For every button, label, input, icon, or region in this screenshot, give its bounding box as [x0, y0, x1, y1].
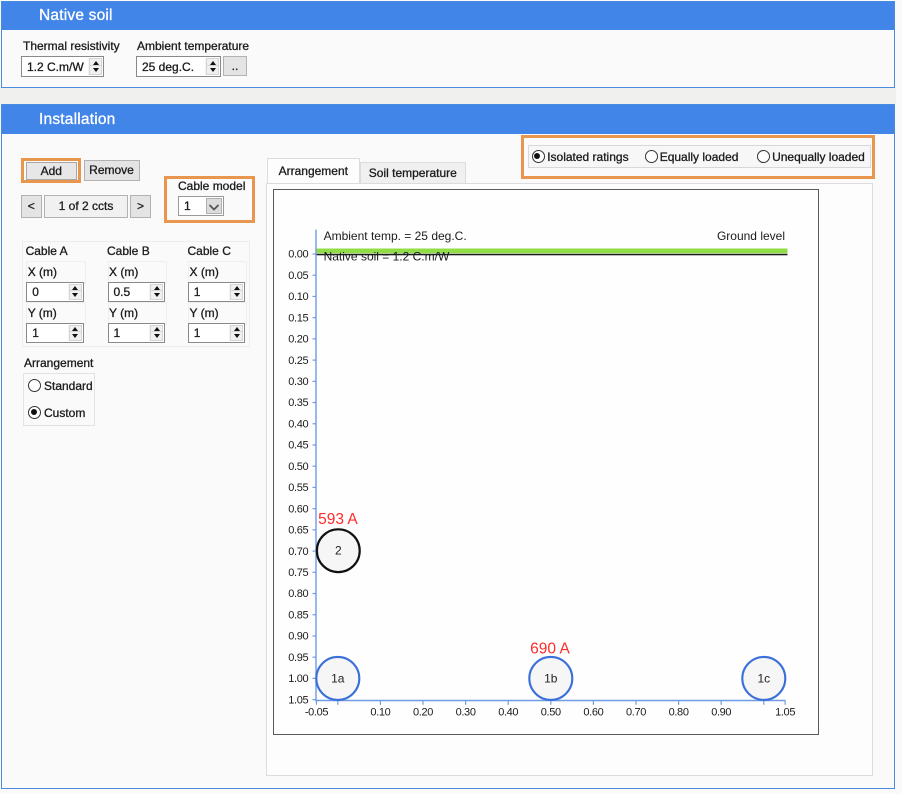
svg-text:0.05: 0.05 [288, 270, 308, 282]
svg-text:1.05: 1.05 [775, 707, 795, 719]
svg-text:0.70: 0.70 [288, 546, 308, 558]
svg-text:1b: 1b [544, 671, 558, 685]
svg-text:0.40: 0.40 [498, 707, 518, 719]
svg-text:Ground level: Ground level [717, 229, 785, 243]
svg-text:0.15: 0.15 [288, 312, 308, 324]
svg-text:0.80: 0.80 [669, 707, 689, 719]
svg-text:0.85: 0.85 [288, 609, 308, 621]
svg-text:0.35: 0.35 [288, 397, 308, 409]
svg-text:690 A: 690 A [530, 641, 570, 658]
svg-text:0.90: 0.90 [711, 707, 731, 719]
svg-text:0.45: 0.45 [288, 440, 308, 452]
svg-text:0.50: 0.50 [288, 461, 308, 473]
svg-text:0.70: 0.70 [626, 707, 646, 719]
svg-text:0.50: 0.50 [541, 707, 561, 719]
svg-text:Native soil = 1.2 C.m/W: Native soil = 1.2 C.m/W [324, 250, 450, 264]
svg-text:0.95: 0.95 [288, 652, 308, 664]
svg-text:0.10: 0.10 [370, 707, 390, 719]
svg-text:1a: 1a [331, 671, 345, 685]
svg-text:0.55: 0.55 [288, 482, 308, 494]
svg-text:0.60: 0.60 [583, 707, 603, 719]
svg-text:0.25: 0.25 [288, 355, 308, 367]
svg-text:1.00: 1.00 [288, 673, 308, 685]
svg-text:0.00: 0.00 [288, 249, 308, 261]
svg-text:0.20: 0.20 [413, 707, 433, 719]
svg-text:2: 2 [335, 544, 342, 558]
svg-text:0.65: 0.65 [288, 525, 308, 537]
svg-text:Ambient temp. = 25 deg.C.: Ambient temp. = 25 deg.C. [324, 229, 467, 243]
svg-text:0.90: 0.90 [288, 631, 308, 643]
svg-text:0.30: 0.30 [456, 707, 476, 719]
svg-text:0.40: 0.40 [288, 418, 308, 430]
svg-text:1c: 1c [757, 671, 770, 685]
svg-text:0.10: 0.10 [288, 291, 308, 303]
svg-text:593 A: 593 A [318, 511, 358, 528]
svg-text:0.75: 0.75 [288, 567, 308, 579]
svg-text:0.20: 0.20 [288, 334, 308, 346]
svg-text:1.05: 1.05 [288, 694, 308, 706]
svg-text:0.80: 0.80 [288, 588, 308, 600]
svg-text:0.60: 0.60 [288, 503, 308, 515]
svg-text:-0.05: -0.05 [305, 707, 329, 719]
svg-text:0.30: 0.30 [288, 376, 308, 388]
